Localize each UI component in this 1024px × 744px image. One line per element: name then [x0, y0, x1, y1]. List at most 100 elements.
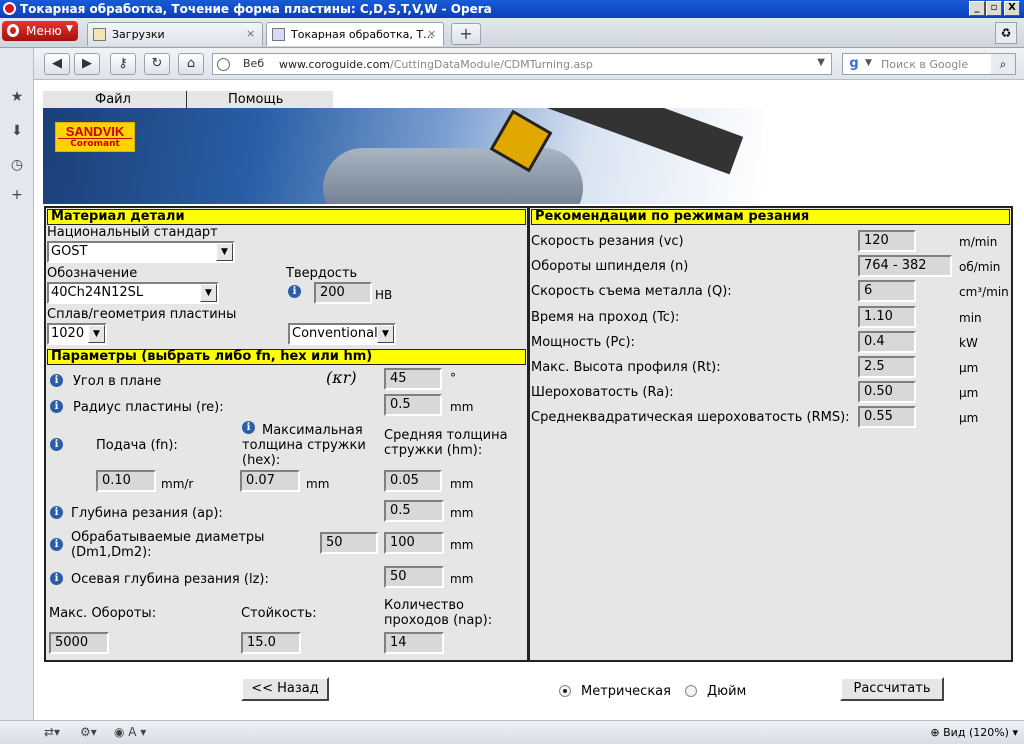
rec-value-field[interactable]: 0.50	[858, 381, 916, 404]
back-icon[interactable]: ◀	[44, 53, 70, 75]
rec-value-field[interactable]: 2.5	[858, 356, 916, 378]
depth-unit: mm	[450, 506, 474, 520]
designation-label: Обозначение	[47, 266, 138, 281]
info-icon[interactable]: i	[50, 400, 63, 413]
google-icon[interactable]: g	[846, 56, 862, 72]
minimize-button[interactable]: _	[969, 1, 985, 16]
workpiece-image	[323, 148, 583, 204]
entering-angle-label: Угол в плане	[73, 374, 162, 389]
feed-unit: mm/r	[161, 477, 194, 491]
close-window-button[interactable]: X	[1004, 1, 1020, 16]
passes-field[interactable]: 14	[384, 632, 444, 654]
back-button[interactable]: << Назад	[241, 677, 329, 701]
max-rpm-field[interactable]: 5000	[49, 632, 109, 654]
reload-icon[interactable]: ↻	[144, 53, 170, 75]
downloads-icon[interactable]: ⬇	[8, 122, 26, 140]
tab-strip: Меню ▼ Загрузки × Токарная обработка, Т.…	[0, 18, 1024, 48]
chevron-down-icon[interactable]: ▼	[817, 57, 825, 68]
chevron-down-icon[interactable]: ▼	[377, 325, 394, 343]
hardness-field[interactable]: 200	[314, 282, 372, 304]
tab-downloads[interactable]: Загрузки ×	[87, 22, 263, 46]
new-tab-button[interactable]: +	[451, 23, 481, 45]
key-icon[interactable]: ⚷	[110, 53, 136, 75]
tab-turning[interactable]: Токарная обработка, Т... ×	[266, 22, 444, 46]
zoom-indicator[interactable]: ⊕ Вид (120%) ▾	[930, 726, 1018, 739]
info-icon[interactable]: i	[50, 538, 63, 551]
chevron-down-icon[interactable]: ▼	[865, 58, 872, 68]
add-panel-icon[interactable]: +	[8, 186, 26, 204]
chevron-down-icon[interactable]: ▼	[88, 325, 105, 343]
rec-value-field[interactable]: 1.10	[858, 305, 916, 328]
inch-label: Дюйм	[707, 684, 747, 699]
sandvik-logo: SANDVIK Coromant	[55, 122, 135, 152]
diam1-field[interactable]: 50	[320, 532, 378, 554]
trash-icon[interactable]: ♻	[995, 22, 1017, 44]
entering-angle-field[interactable]: 45	[384, 368, 442, 390]
opera-menu-button[interactable]: Меню ▼	[2, 21, 78, 41]
address-url: www.coroguide.com/CuttingDataModule/CDMT…	[279, 58, 593, 71]
menu-file[interactable]: Файл	[95, 92, 131, 107]
rec-unit: μm	[959, 386, 979, 401]
hm-field[interactable]: 0.05	[384, 470, 442, 492]
history-icon[interactable]: ◷	[8, 156, 26, 174]
params-header: Параметры (выбрать либо fn, hex или hm)	[47, 349, 526, 365]
close-icon[interactable]: ×	[427, 27, 436, 40]
forward-icon[interactable]: ▶	[74, 53, 100, 75]
status-bar: ⇄▾ ⚙▾ ◉ A ▾ ⊕ Вид (120%) ▾	[0, 720, 1024, 744]
maximize-button[interactable]: ▫	[986, 1, 1002, 16]
search-box[interactable]: g ▼ Поиск в Google ⌕	[842, 53, 1016, 75]
globe-icon	[217, 58, 230, 71]
rec-label: Скорость съема металла (Q):	[531, 284, 732, 300]
info-icon[interactable]: i	[50, 572, 63, 585]
axial-field[interactable]: 50	[384, 566, 444, 588]
hex-unit: mm	[306, 477, 330, 491]
page-icon	[272, 28, 285, 41]
rec-value-field[interactable]: 120	[858, 230, 916, 252]
search-icon[interactable]: ⌕	[991, 54, 1015, 74]
depth-field[interactable]: 0.5	[384, 500, 444, 522]
menu-help[interactable]: Помощь	[228, 92, 283, 107]
hex-field[interactable]: 0.07	[240, 470, 300, 492]
standard-label: Национальный стандарт	[47, 225, 218, 240]
rec-unit: об/min	[959, 260, 1001, 275]
radius-field[interactable]: 0.5	[384, 394, 442, 416]
tab-label: Загрузки	[112, 28, 165, 41]
sync-icon[interactable]: ⇄▾	[44, 725, 60, 739]
axial-label: Осевая глубина резания (lz):	[71, 572, 269, 587]
image-settings-icon[interactable]: ◉ A ▾	[114, 725, 146, 739]
grade-select[interactable]: 1020 ▼	[47, 323, 107, 345]
recs-header: Рекомендации по режимам резания	[531, 209, 1010, 225]
rec-value-field[interactable]: 0.55	[858, 406, 916, 429]
diam-label: Обрабатываемые диаметры (Dm1,Dm2):	[71, 530, 265, 560]
info-icon[interactable]: i	[50, 506, 63, 519]
calculate-button[interactable]: Рассчитать	[840, 677, 944, 701]
info-icon[interactable]: i	[50, 438, 63, 451]
bookmarks-icon[interactable]: ★	[8, 88, 26, 106]
home-icon[interactable]: ⌂	[178, 53, 204, 75]
rec-value-field[interactable]: 0.4	[858, 330, 916, 353]
diam2-field[interactable]: 100	[384, 532, 444, 554]
close-icon[interactable]: ×	[246, 27, 255, 40]
header-banner: SANDVIK Coromant	[43, 108, 763, 204]
designation-select[interactable]: 40Ch24N12SL ▼	[47, 282, 219, 304]
feed-field[interactable]: 0.10	[96, 470, 156, 492]
window-titlebar: Токарная обработка, Точение форма пласти…	[0, 0, 1024, 18]
inch-radio[interactable]	[685, 685, 697, 697]
rec-label: Макс. Высота профиля (Rt):	[531, 360, 721, 375]
info-icon[interactable]: i	[288, 285, 301, 298]
standard-select[interactable]: GOST ▼	[47, 241, 235, 263]
rec-value-field[interactable]: 764 - 382	[858, 255, 952, 278]
metric-radio[interactable]	[559, 685, 571, 697]
rec-value-field[interactable]: 6	[858, 280, 916, 303]
turbo-icon[interactable]: ⚙▾	[80, 725, 97, 739]
chevron-down-icon[interactable]: ▼	[216, 243, 233, 261]
address-bar[interactable]: Веб www.coroguide.com/CuttingDataModule/…	[212, 53, 832, 75]
info-icon[interactable]: i	[50, 374, 63, 387]
tool-life-label: Стойкость:	[241, 606, 317, 621]
geometry-select[interactable]: Conventional ▼	[288, 323, 396, 345]
tool-life-field[interactable]: 15.0	[241, 632, 301, 654]
tab-label: Токарная обработка, Т...	[291, 28, 434, 41]
passes-label: Количество проходов (nap):	[384, 598, 493, 628]
chevron-down-icon[interactable]: ▼	[200, 284, 217, 302]
web-page: Файл Помощь SANDVIK Coromant Материал де…	[34, 80, 1024, 720]
